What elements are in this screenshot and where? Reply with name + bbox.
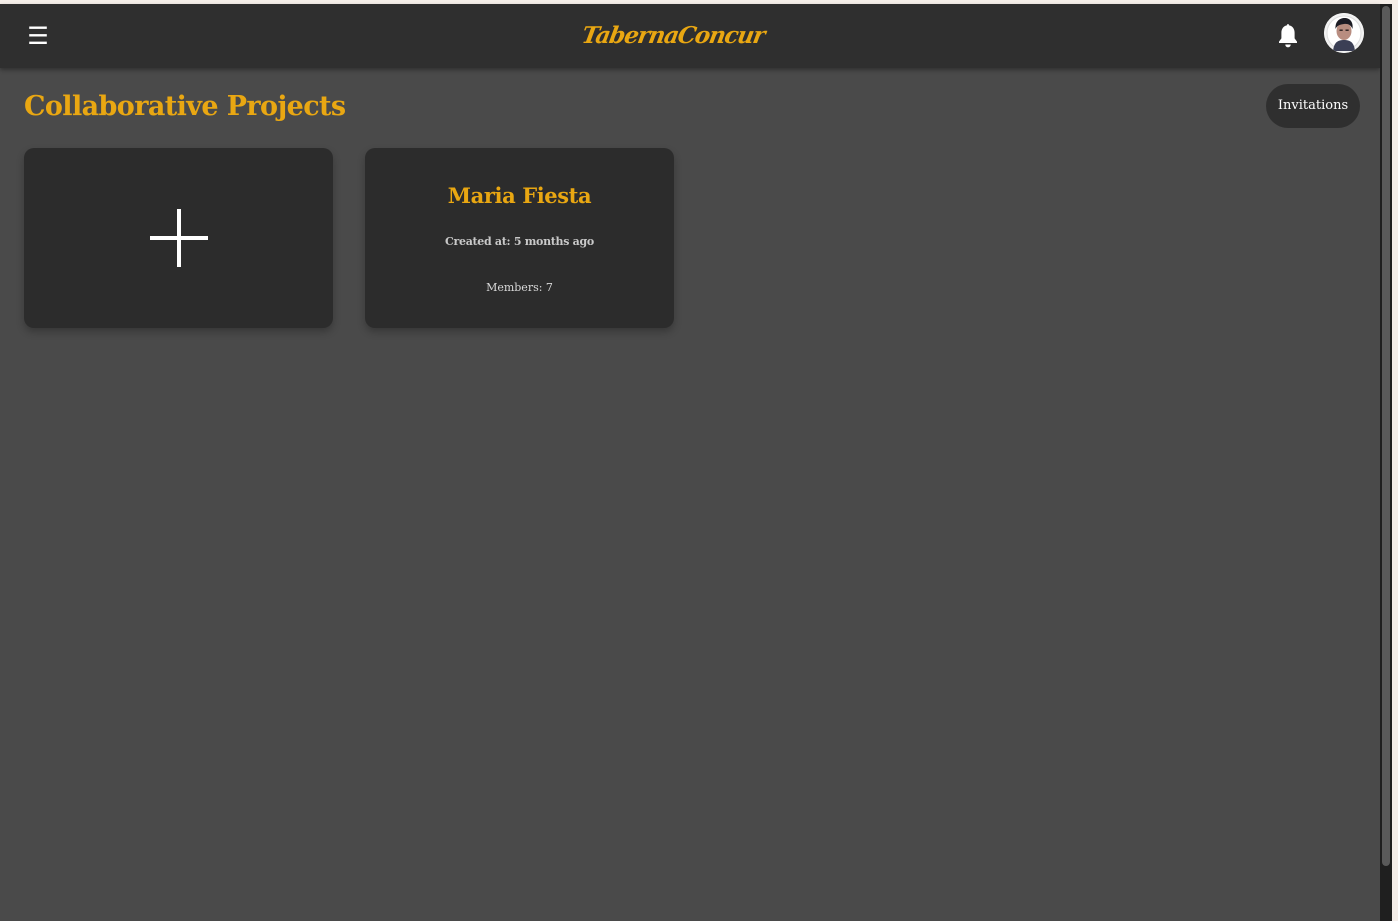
project-name: Maria Fiesta xyxy=(447,183,592,208)
project-members-count: Members: 7 xyxy=(486,281,553,294)
hamburger-menu-icon[interactable]: ☰ xyxy=(26,22,50,50)
user-avatar[interactable] xyxy=(1324,13,1364,53)
avatar-photo xyxy=(1324,13,1364,53)
window-right-edge xyxy=(1392,4,1398,921)
plus-icon xyxy=(150,209,208,267)
page-title: Collaborative Projects xyxy=(24,91,346,122)
project-created-at: Created at: 5 months ago xyxy=(445,235,594,248)
notifications-bell-icon[interactable] xyxy=(1276,22,1300,50)
app-logo[interactable]: TabernaConcur xyxy=(578,16,767,56)
bell-icon xyxy=(1279,24,1297,48)
invitations-button[interactable]: Invitations xyxy=(1266,84,1360,128)
top-navbar: ☰ TabernaConcur xyxy=(0,4,1380,68)
project-card[interactable]: Maria Fiesta Created at: 5 months ago Me… xyxy=(365,148,674,328)
add-project-card[interactable] xyxy=(24,148,333,328)
vertical-scrollbar[interactable] xyxy=(1380,4,1392,921)
scrollbar-thumb[interactable] xyxy=(1382,6,1390,866)
